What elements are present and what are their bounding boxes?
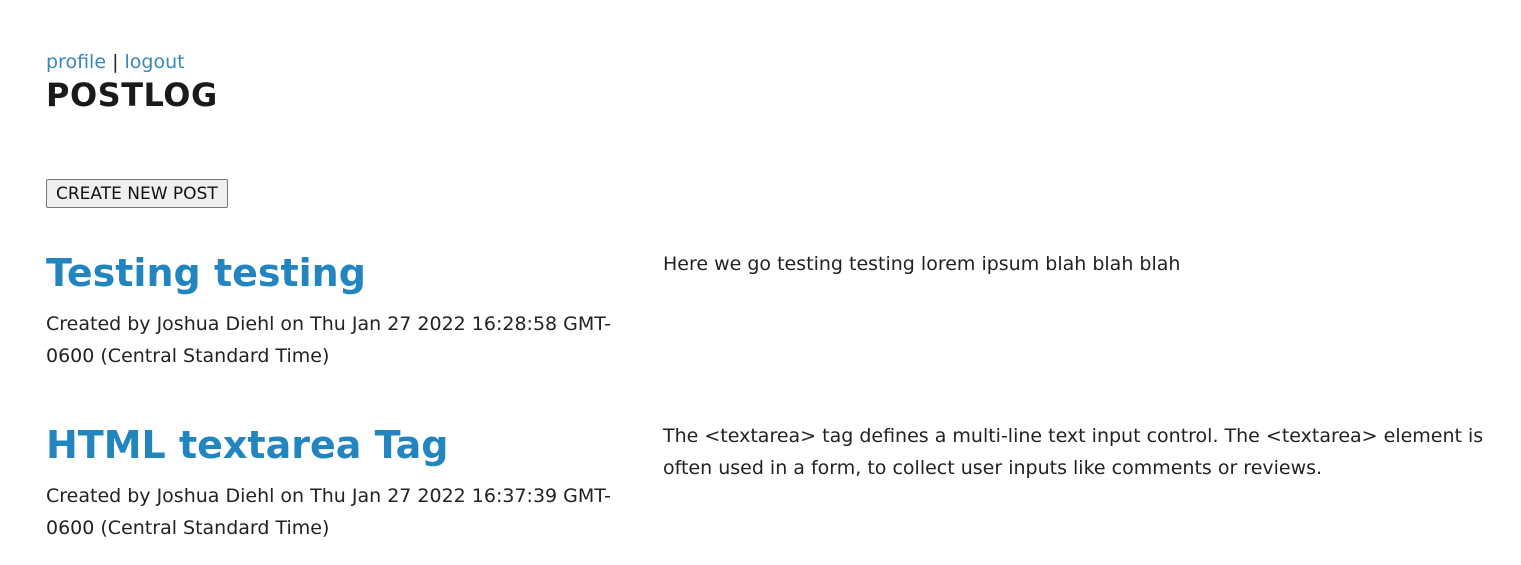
site-title: POSTLOG xyxy=(46,76,218,114)
post-meta: Created by Joshua Diehl on Thu Jan 27 20… xyxy=(46,313,612,367)
create-new-post-button[interactable]: CREATE NEW POST xyxy=(46,179,228,208)
profile-link[interactable]: profile xyxy=(46,51,106,73)
nav-separator: | xyxy=(112,51,119,73)
post-header: HTML textarea Tag Created by Joshua Dieh… xyxy=(46,420,636,544)
logout-link[interactable]: logout xyxy=(125,51,185,73)
post-header: Testing testing Created by Joshua Diehl … xyxy=(46,248,636,372)
top-nav: profile | logout xyxy=(46,49,185,75)
post-title[interactable]: Testing testing xyxy=(46,248,636,298)
post-title[interactable]: HTML textarea Tag xyxy=(46,420,636,470)
post-body: The <textarea> tag defines a multi-line … xyxy=(663,425,1484,479)
post-body: Here we go testing testing lorem ipsum b… xyxy=(663,253,1181,275)
post-meta: Created by Joshua Diehl on Thu Jan 27 20… xyxy=(46,485,612,539)
